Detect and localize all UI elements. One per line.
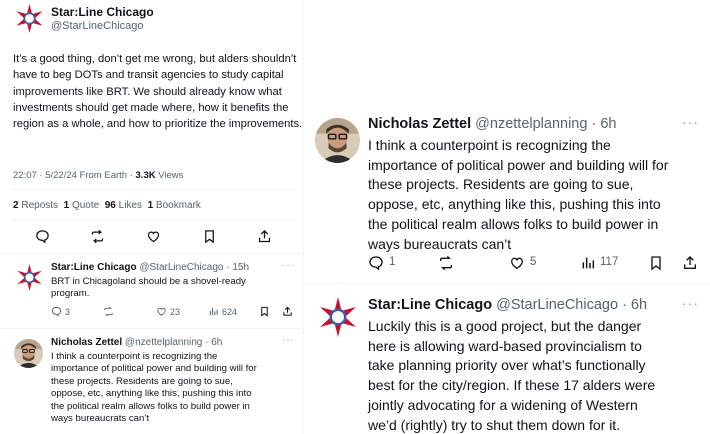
tweet-text: I think a counterpoint is recognizing th… xyxy=(368,137,669,252)
divider xyxy=(13,220,293,221)
like-icon[interactable] xyxy=(509,255,525,271)
more-options-icon[interactable]: ··· xyxy=(682,114,699,130)
likes-stat[interactable]: 96 Likes xyxy=(105,200,142,211)
bookmark-count: 1 xyxy=(147,200,154,211)
timestamp[interactable]: 22:07 · 5/22/24 From Earth · xyxy=(13,170,133,181)
main-tweet-text: It’s a good thing, don’t get me wrong, b… xyxy=(13,53,303,131)
views-icon[interactable] xyxy=(580,255,596,271)
views-icon[interactable] xyxy=(208,306,219,317)
right-panel: Nicholas Zettel @nzettelplanning · 6h ··… xyxy=(306,0,710,434)
views-label: Views xyxy=(158,170,184,181)
reply-text: I think a counterpoint is recognizing th… xyxy=(51,351,257,425)
repost-icon[interactable] xyxy=(90,229,105,244)
quote-stat[interactable]: 1 Quote xyxy=(64,200,100,211)
divider xyxy=(306,283,710,284)
engagement-stats: 2 Reposts 1 Quote 96 Likes 1 Bookmark xyxy=(13,200,201,211)
bookmark-icon[interactable] xyxy=(259,306,270,317)
bookmark-label: Bookmark xyxy=(155,200,201,211)
quote-label: Quote xyxy=(71,200,100,211)
reply-display-name[interactable]: Nicholas Zettel xyxy=(51,337,122,348)
starline-avatar[interactable] xyxy=(318,297,358,337)
reposts-label: Reposts xyxy=(21,200,59,211)
main-handle[interactable]: @StarLineChicago xyxy=(51,20,144,32)
reply-header: Nicholas Zettel @nzettelplanning · 6h xyxy=(51,337,222,348)
bookmark-icon[interactable] xyxy=(648,255,664,271)
main-display-name[interactable]: Star:Line Chicago xyxy=(51,5,154,19)
reposts-count: 2 xyxy=(13,200,19,211)
display-name[interactable]: Nicholas Zettel xyxy=(368,116,471,132)
reply-icon[interactable] xyxy=(51,306,62,317)
share-icon[interactable] xyxy=(257,229,272,244)
views-count: 117 xyxy=(600,256,619,268)
handle-time[interactable]: @StarLineChicago · 6h xyxy=(496,297,647,313)
tweet-header: Nicholas Zettel @nzettelplanning · 6h xyxy=(368,116,616,132)
starline-avatar[interactable] xyxy=(15,4,44,33)
reply-display-name[interactable]: Star:Line Chicago xyxy=(51,262,137,273)
starline-avatar[interactable] xyxy=(16,264,43,291)
repost-icon[interactable] xyxy=(103,306,114,317)
handle-time[interactable]: @nzettelplanning · 6h xyxy=(475,116,616,132)
left-panel: Star:Line Chicago @StarLineChicago It’s … xyxy=(0,0,302,434)
nzettel-avatar[interactable] xyxy=(315,118,360,163)
reply-icon[interactable] xyxy=(368,255,384,271)
views-count: 3.3K xyxy=(135,170,156,181)
share-icon[interactable] xyxy=(282,306,293,317)
nzettel-avatar[interactable] xyxy=(14,339,43,368)
display-name[interactable]: Star:Line Chicago xyxy=(368,297,492,313)
likes-count: 96 xyxy=(104,200,116,211)
panel-divider xyxy=(303,0,304,434)
share-icon[interactable] xyxy=(682,255,698,271)
main-tweet-meta: 22:07 · 5/22/24 From Earth · 3.3K Views xyxy=(13,170,183,181)
tweet-header: Star:Line Chicago @StarLineChicago · 6h xyxy=(368,297,647,313)
more-options-icon[interactable]: ··· xyxy=(682,295,699,311)
reply-count: 1 xyxy=(389,256,396,268)
reply-icon[interactable] xyxy=(35,229,50,244)
reposts-stat[interactable]: 2 Reposts xyxy=(13,200,58,211)
bookmark-stat[interactable]: 1 Bookmark xyxy=(148,200,201,211)
more-options-icon[interactable]: ··· xyxy=(282,335,295,346)
reply-handle-time[interactable]: @nzettelplanning · 6h xyxy=(125,337,222,348)
divider xyxy=(0,253,302,254)
divider xyxy=(13,189,293,190)
divider xyxy=(0,328,302,329)
reply-header: Star:Line Chicago @StarLineChicago · 15h xyxy=(51,262,249,273)
reply-text: BRT in Chicagoland should be a shovel-re… xyxy=(51,276,246,300)
like-count: 5 xyxy=(530,256,537,268)
more-options-icon[interactable]: ··· xyxy=(282,260,295,271)
reply-count: 3 xyxy=(65,307,71,317)
views-count: 624 xyxy=(222,307,238,317)
like-icon[interactable] xyxy=(146,229,161,244)
reply-handle-time[interactable]: @StarLineChicago · 15h xyxy=(139,262,249,273)
tweet-text: Luckily this is a good project, but the … xyxy=(368,318,656,433)
like-icon[interactable] xyxy=(156,306,167,317)
like-count: 23 xyxy=(170,307,181,317)
repost-icon[interactable] xyxy=(438,255,454,271)
likes-label: Likes xyxy=(118,200,143,211)
bookmark-icon[interactable] xyxy=(202,229,217,244)
quote-count: 1 xyxy=(63,200,70,211)
